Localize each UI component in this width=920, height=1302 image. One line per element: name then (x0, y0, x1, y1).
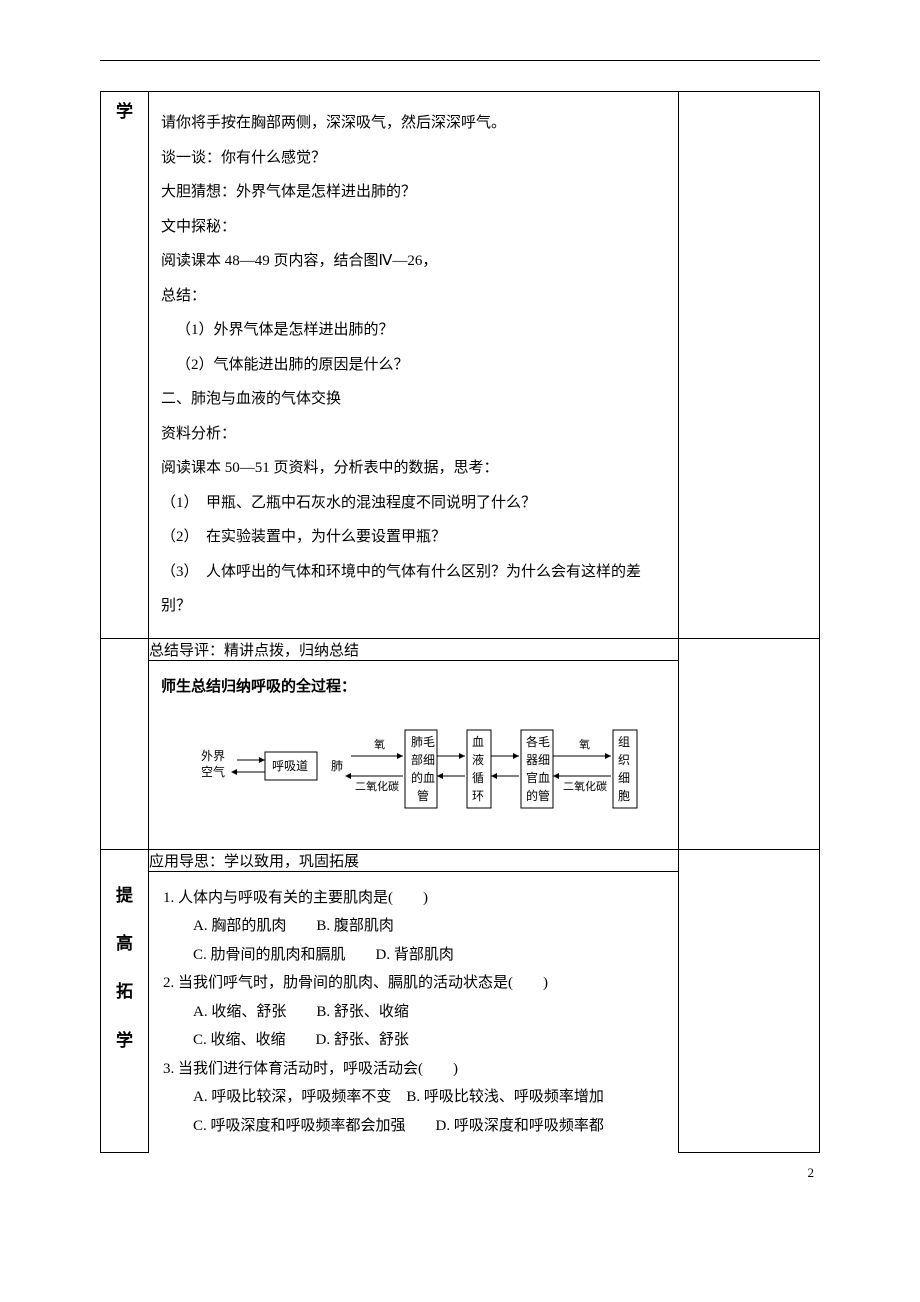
label-oxygen-1: 氧 (374, 737, 385, 751)
node-circ-4: 环 (472, 789, 484, 803)
list-text: 人体呼出的气体和环境中的气体有什么区别？为什么会有这样的差别？ (161, 564, 641, 615)
node-circ-3: 循 (472, 771, 484, 785)
node-organ-cap-1: 各毛 (526, 734, 550, 749)
list-item: （1） 甲瓶、乙瓶中石灰水的混浊程度不同说明了什么？ (161, 486, 666, 521)
list-text: 在实验装置中，为什么要设置甲瓶？ (206, 529, 446, 545)
label-co2-2: 二氧化碳 (563, 779, 607, 793)
node-lung-cap-3: 的血 (411, 770, 435, 785)
node-organ-cap-4: 的管 (526, 788, 550, 803)
text-line: 文中探秘： (161, 210, 666, 245)
sidebar-cell-1: 学 (101, 92, 149, 639)
node-tissue-2: 织 (618, 753, 630, 767)
sidebar-char-xue: 学 (101, 102, 148, 122)
node-lung-cap-1: 肺毛 (411, 735, 435, 749)
node-lung-cap-2: 部细 (411, 752, 435, 767)
quiz-q3-opts-b: C. 呼吸深度和呼吸频率都会加强 D. 呼吸深度和呼吸频率都 (163, 1112, 664, 1141)
section-head-summary: 总结导评：精讲点拨，归纳总结 (149, 638, 679, 660)
text-line: 总结： (161, 279, 666, 314)
margin-cell-3 (679, 849, 820, 1152)
margin-cell-1 (679, 92, 820, 639)
margin-cell-2 (679, 638, 820, 849)
list-num: （3） (161, 564, 191, 580)
text-line: 请你将手按在胸部两侧，深深吸气，然后深深呼气。 (161, 106, 666, 141)
quiz-q1: 1. 人体内与呼吸有关的主要肌肉是( ) (163, 884, 664, 913)
sidebar-cell-2 (101, 638, 149, 849)
sidebar-1: 学 (101, 92, 148, 160)
text-line: 谈一谈：你有什么感觉？ (161, 141, 666, 176)
top-rule (100, 60, 820, 61)
list-item: （2） 在实验装置中，为什么要设置甲瓶？ (161, 520, 666, 555)
quiz-q3: 3. 当我们进行体育活动时，呼吸活动会( ) (163, 1055, 664, 1084)
node-tissue-3: 细 (618, 771, 630, 785)
node-lung: 肺 (331, 759, 343, 773)
text-line: （1）外界气体是怎样进出肺的？ (161, 313, 666, 348)
quiz-q3-opts-a: A. 呼吸比较深，呼吸频率不变 B. 呼吸比较浅、呼吸频率增加 (163, 1083, 664, 1112)
list-item: （3） 人体呼出的气体和环境中的气体有什么区别？为什么会有这样的差别？ (161, 555, 666, 624)
content-cell-1: 请你将手按在胸部两侧，深深吸气，然后深深呼气。 谈一谈：你有什么感觉？ 大胆猜想… (149, 92, 679, 639)
subheading: 二、肺泡与血液的气体交换 (161, 382, 666, 417)
quiz-q2-opts-b: C. 收缩、收缩 D. 舒张、舒张 (163, 1026, 664, 1055)
text-line: 大胆猜想：外界气体是怎样进出肺的？ (161, 175, 666, 210)
node-tissue-4: 胞 (618, 789, 630, 803)
list-text: 甲瓶、乙瓶中石灰水的混浊程度不同说明了什么？ (206, 495, 536, 511)
page: 学 请你将手按在胸部两侧，深深吸气，然后深深呼气。 谈一谈：你有什么感觉？ 大胆… (0, 0, 920, 1193)
diagram-svg: 外界 空气 呼吸道 肺 氧 (169, 712, 659, 822)
flow-diagram: 外界 空气 呼吸道 肺 氧 (161, 708, 666, 835)
section-head-apply: 应用导思：学以致用，巩固拓展 (149, 849, 679, 871)
sidebar-char-xue2: 学 (101, 1031, 148, 1051)
quiz-block: 1. 人体内与呼吸有关的主要肌肉是( ) A. 胸部的肌肉 B. 腹部肌肉 C.… (149, 872, 678, 1153)
node-tissue-1: 组 (618, 735, 630, 749)
summary-block: 师生总结归纳呼吸的全过程： 外界 空气 呼吸道 (149, 661, 678, 849)
node-lung-cap-4: 管 (417, 788, 429, 803)
text-line: 阅读课本 50—51 页资料，分析表中的数据，思考： (161, 451, 666, 486)
sidebar-cell-3: 提 高 拓 学 (101, 849, 149, 1152)
text-line: 资料分析： (161, 417, 666, 452)
quiz-q2: 2. 当我们呼气时，肋骨间的肌肉、膈肌的活动状态是( ) (163, 969, 664, 998)
text-line: 阅读课本 48—49 页内容，结合图Ⅳ—26， (161, 244, 666, 279)
main-table: 学 请你将手按在胸部两侧，深深吸气，然后深深呼气。 谈一谈：你有什么感觉？ 大胆… (100, 91, 820, 1153)
node-outside-air-2: 空气 (201, 764, 225, 779)
quiz-q1-opts-a: A. 胸部的肌肉 B. 腹部肌肉 (163, 912, 664, 941)
node-circ-2: 液 (472, 752, 484, 767)
label-oxygen-2: 氧 (579, 737, 590, 751)
list-num: （2） (161, 529, 191, 545)
node-circ-1: 血 (472, 735, 484, 749)
summary-cell: 师生总结归纳呼吸的全过程： 外界 空气 呼吸道 (149, 660, 679, 849)
quiz-q1-opts-b: C. 肋骨间的肌肉和膈肌 D. 背部肌肉 (163, 941, 664, 970)
sidebar-char-tuo: 拓 (101, 982, 148, 1002)
sidebar-char-gao: 高 (101, 934, 148, 954)
node-outside-air: 外界 (201, 749, 225, 763)
summary-title: 师生总结归纳呼吸的全过程： (161, 675, 666, 696)
node-organ-cap-2: 器细 (526, 753, 550, 767)
content-block-1: 请你将手按在胸部两侧，深深吸气，然后深深呼气。 谈一谈：你有什么感觉？ 大胆猜想… (149, 92, 678, 638)
quiz-cell: 1. 人体内与呼吸有关的主要肌肉是( ) A. 胸部的肌肉 B. 腹部肌肉 C.… (149, 871, 679, 1152)
list-num: （1） (161, 495, 191, 511)
page-number: 2 (808, 1165, 815, 1181)
quiz-q2-opts-a: A. 收缩、舒张 B. 舒张、收缩 (163, 998, 664, 1027)
label-co2-1: 二氧化碳 (355, 779, 399, 793)
sidebar-2: 提 高 拓 学 (101, 850, 148, 1090)
node-organ-cap-3: 官血 (526, 770, 550, 785)
sidebar-char-ti: 提 (101, 886, 148, 906)
node-airway: 呼吸道 (272, 759, 308, 773)
text-line: （2）气体能进出肺的原因是什么？ (161, 348, 666, 383)
